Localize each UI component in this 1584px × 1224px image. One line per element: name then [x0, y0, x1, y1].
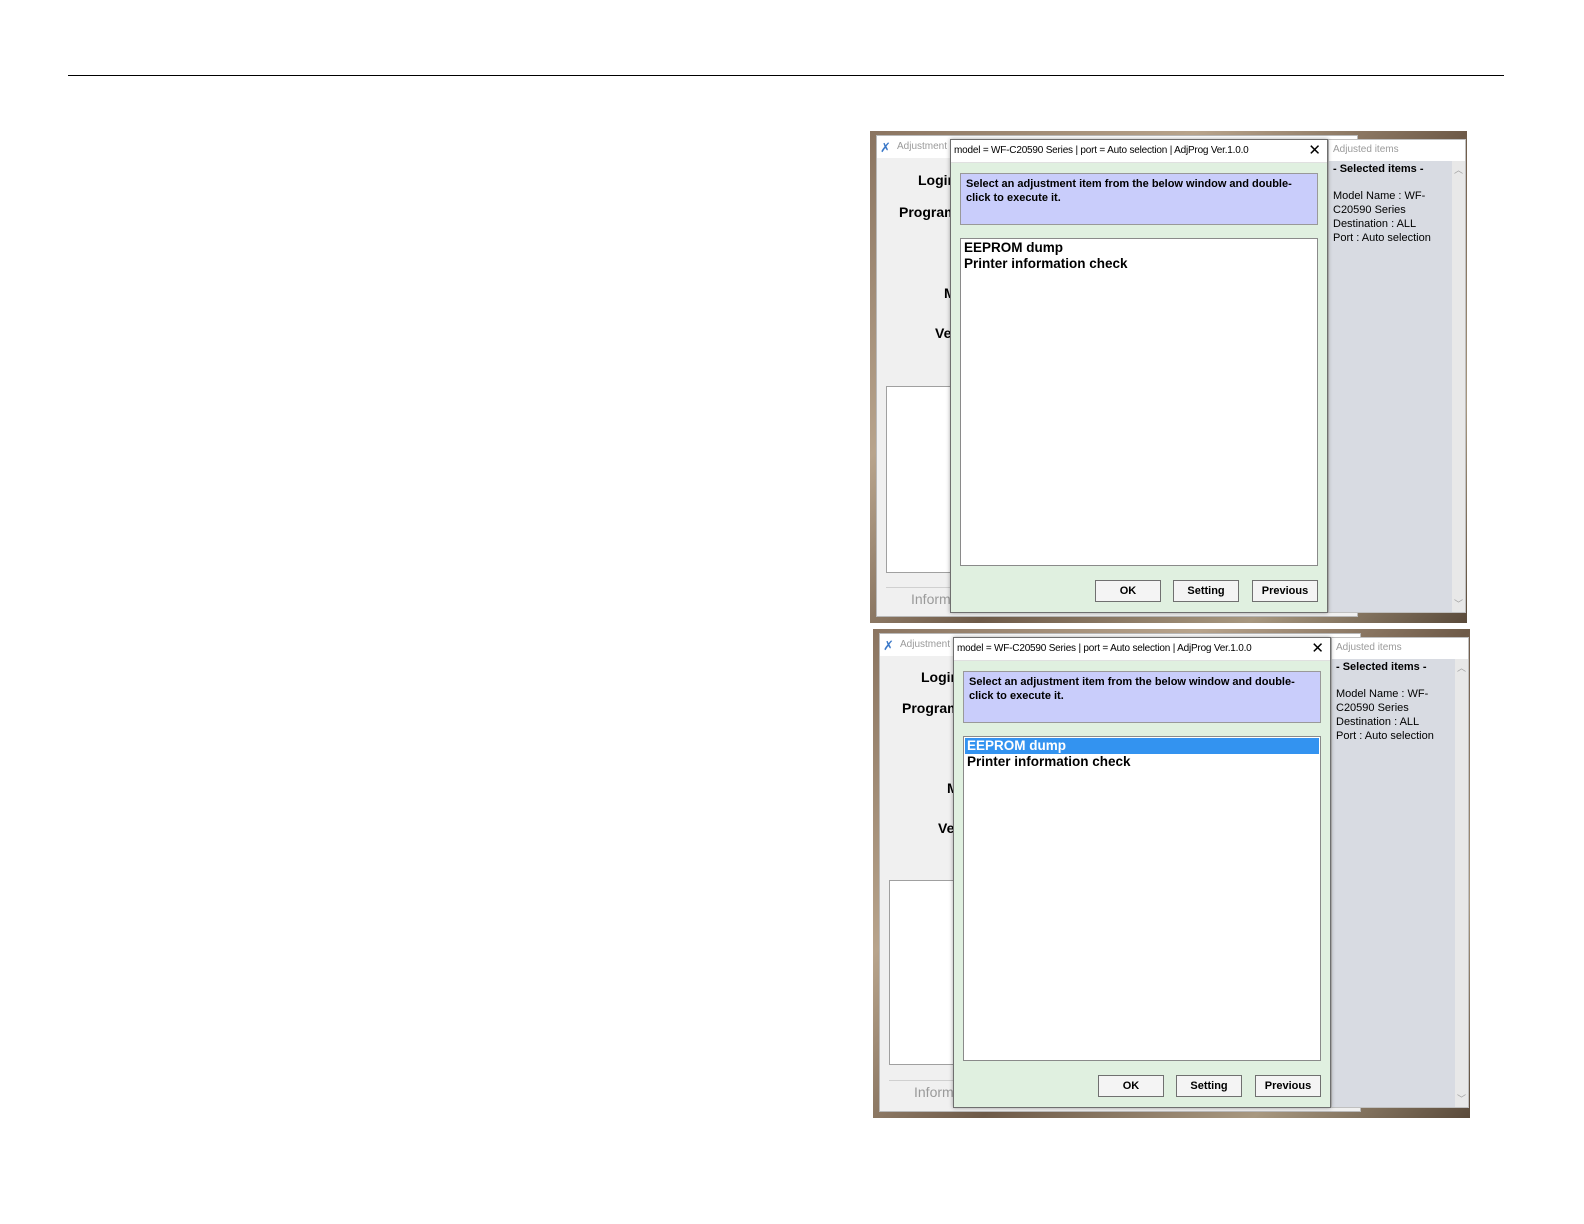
model-series-line: C20590 Series [1333, 204, 1406, 216]
close-icon[interactable]: ✕ [1308, 141, 1321, 159]
ve-label: Ve [938, 820, 955, 836]
dialog-title: model = WF-C20590 Series | port = Auto s… [957, 643, 1252, 654]
scroll-up-icon[interactable]: ︿ [1457, 661, 1466, 674]
panel-scrollbar[interactable]: ︿ ﹀ [1452, 161, 1465, 612]
model-name-line: Model Name : WF- [1336, 688, 1429, 700]
list-item-eeprom-dump[interactable]: EEPROM dump [962, 240, 1316, 256]
dialog-title: model = WF-C20590 Series | port = Auto s… [954, 145, 1249, 156]
ok-button[interactable]: OK [1098, 1075, 1164, 1097]
close-icon[interactable]: ✕ [1311, 639, 1324, 657]
program-label: Program [899, 204, 957, 220]
dialog-buttons: OK Setting Previous [1098, 1075, 1321, 1097]
port-line: Port : Auto selection [1333, 232, 1431, 244]
ok-button[interactable]: OK [1095, 580, 1161, 602]
scroll-up-icon[interactable]: ︿ [1454, 163, 1463, 176]
previous-button[interactable]: Previous [1255, 1075, 1321, 1097]
destination-line: Destination : ALL [1336, 716, 1420, 728]
adjustment-item-dialog: model = WF-C20590 Series | port = Auto s… [953, 637, 1331, 1108]
list-item-printer-information-check[interactable]: Printer information check [962, 256, 1316, 272]
dialog-titlebar: model = WF-C20590 Series | port = Auto s… [951, 140, 1327, 163]
setting-button[interactable]: Setting [1176, 1075, 1242, 1097]
adjustment-item-list[interactable]: EEPROM dump Printer information check [963, 736, 1321, 1061]
dialog-titlebar: model = WF-C20590 Series | port = Auto s… [954, 638, 1330, 661]
program-label: Program [902, 700, 960, 716]
scroll-down-icon[interactable]: ﹀ [1457, 1092, 1466, 1105]
model-series-line: C20590 Series [1336, 702, 1409, 714]
previous-button[interactable]: Previous [1252, 580, 1318, 602]
adjusted-items-header: Adjusted items [1329, 140, 1465, 161]
page-divider-line [68, 75, 1504, 76]
port-line: Port : Auto selection [1336, 730, 1434, 742]
adjustment-item-dialog: model = WF-C20590 Series | port = Auto s… [950, 139, 1328, 613]
adjusted-items-panel: Adjusted items - Selected items - Model … [1331, 637, 1469, 1108]
adjusted-items-panel: Adjusted items - Selected items - Model … [1328, 139, 1466, 613]
list-item-eeprom-dump[interactable]: EEPROM dump [965, 738, 1319, 754]
app-icon: ✗ [880, 140, 891, 155]
screenshot-eeprom-selected: ✗ Adjustment P Login Program M Ve Inform… [873, 629, 1470, 1118]
selected-items-info: Model Name : WF- C20590 Series Destinati… [1332, 673, 1468, 743]
selected-items-info: Model Name : WF- C20590 Series Destinati… [1329, 175, 1465, 245]
selected-items-title: - Selected items - [1333, 163, 1424, 175]
ve-label: Ve [935, 325, 952, 341]
scroll-down-icon[interactable]: ﹀ [1454, 597, 1463, 610]
setting-button[interactable]: Setting [1173, 580, 1239, 602]
selected-items-title: - Selected items - [1336, 661, 1427, 673]
adjustment-item-list[interactable]: EEPROM dump Printer information check [960, 238, 1318, 566]
screenshot-before-selection: ✗ Adjustment P Login Program M Ve Inform… [870, 131, 1467, 623]
panel-scrollbar[interactable]: ︿ ﹀ [1455, 659, 1468, 1107]
main-window-title: Adjustment P [897, 141, 957, 152]
list-item-printer-information-check[interactable]: Printer information check [965, 754, 1319, 770]
instruction-box: Select an adjustment item from the below… [960, 173, 1318, 225]
destination-line: Destination : ALL [1333, 218, 1417, 230]
dialog-buttons: OK Setting Previous [1095, 580, 1318, 602]
adjusted-items-header: Adjusted items [1332, 638, 1468, 659]
main-window-title: Adjustment P [900, 639, 960, 650]
instruction-box: Select an adjustment item from the below… [963, 671, 1321, 723]
app-icon: ✗ [883, 638, 894, 653]
model-name-line: Model Name : WF- [1333, 190, 1426, 202]
